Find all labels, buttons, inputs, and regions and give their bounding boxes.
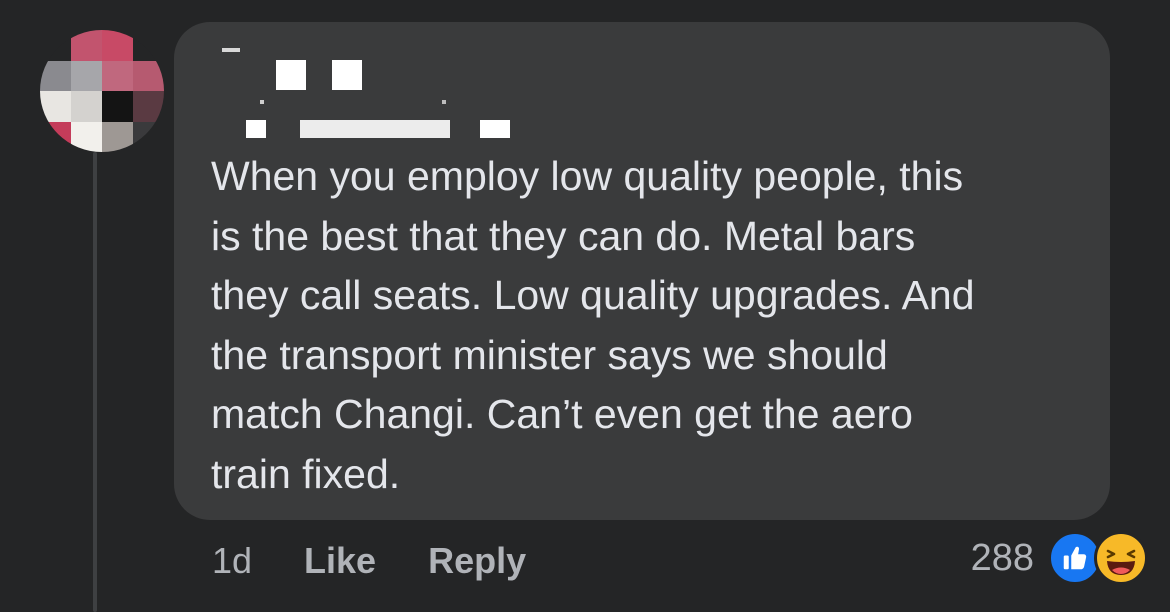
like-button[interactable]: Like [304, 540, 376, 582]
reaction-count: 288 [970, 536, 1034, 579]
comment-timestamp[interactable]: 1d [212, 540, 252, 582]
comment-view: When you employ low quality people, this… [0, 0, 1170, 612]
comment-text: When you employ low quality people, this… [211, 153, 975, 497]
comment-actions: 1d Like Reply [212, 536, 526, 586]
avatar[interactable] [40, 30, 164, 152]
commenter-name-blurred[interactable] [216, 44, 510, 144]
haha-icon [1094, 531, 1148, 585]
reply-button[interactable]: Reply [428, 540, 526, 582]
reactions-summary[interactable]: 288 [971, 528, 1148, 588]
thread-line [93, 152, 97, 612]
